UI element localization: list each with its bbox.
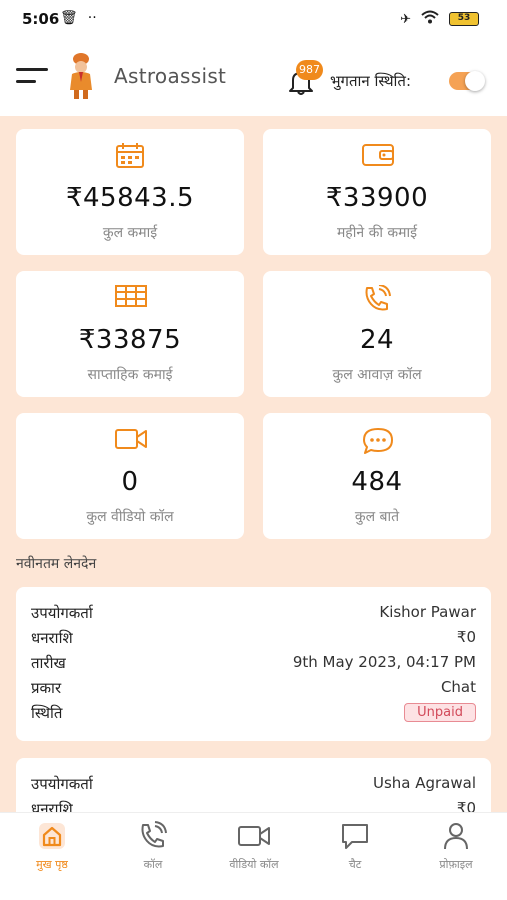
txn-type-value: Chat [440, 678, 476, 696]
nav-label: वीडियो कॉल [229, 858, 279, 871]
txn-date-value: 9th May 2023, 04:17 PM [292, 653, 476, 671]
app-bar: Astroassist 987 भुगतान स्थिति: [0, 38, 507, 116]
transaction-card[interactable]: उपयोगकर्ता Usha Agrawal धनराशि ₹0 [16, 758, 491, 812]
stat-label: कुल बाते [354, 509, 400, 525]
payment-status-label: भुगतान स्थिति: [330, 72, 412, 90]
stat-value: ₹33900 [325, 183, 429, 213]
status-bar: 5:06 🗑 ·· ✈ 53 [0, 0, 507, 38]
transaction-card[interactable]: उपयोगकर्ता Kishor Pawar धनराशि ₹0 तारीख … [16, 587, 491, 741]
txn-user-value: Kishor Pawar [379, 603, 476, 621]
nav-label: प्रोफ़ाइल [439, 858, 473, 871]
battery-icon: 53 [449, 12, 479, 26]
txn-date-row: तारीख 9th May 2023, 04:17 PM [31, 653, 476, 677]
nav-home[interactable]: मुख पृष्ठ [2, 821, 102, 872]
weekly-earnings-card: ₹33875 साप्ताहिक कमाई [16, 271, 244, 397]
menu-button[interactable] [16, 68, 48, 88]
txn-amount-label: धनराशि [31, 629, 73, 647]
stat-value: 24 [359, 325, 395, 355]
txn-type-row: प्रकार Chat [31, 678, 476, 702]
airplane-icon: ✈ [400, 11, 411, 27]
txn-date-label: तारीख [31, 654, 66, 672]
phone-call-icon [365, 285, 391, 311]
txn-user-row: उपयोगकर्ता Usha Agrawal [31, 774, 476, 798]
txn-status-label: स्थिति [31, 704, 63, 722]
txn-amount-row: धनराशि ₹0 [31, 799, 476, 812]
bottom-navigation: मुख पृष्ठ कॉल वीडियो कॉल चैट प्रोफ़ाइल [0, 812, 507, 900]
txn-amount-value: ₹0 [456, 799, 476, 812]
video-icon [115, 429, 147, 449]
total-chats-card: 484 कुल बाते [263, 413, 491, 539]
txn-amount-label: धनराशि [31, 800, 73, 812]
stat-label: महीने की कमाई [336, 225, 418, 241]
nav-video-calls[interactable]: वीडियो कॉल [204, 821, 304, 872]
nav-chat[interactable]: चैट [305, 821, 405, 872]
status-notification-icons: 🗑 ·· [60, 10, 97, 26]
voice-calls-card: 24 कुल आवाज़ कॉल [263, 271, 491, 397]
status-time: 5:06 [22, 10, 60, 28]
stat-value: ₹45843.5 [65, 183, 195, 213]
monthly-earnings-card: ₹33900 महीने की कमाई [263, 129, 491, 255]
profile-icon [444, 823, 468, 850]
txn-user-label: उपयोगकर्ता [31, 775, 93, 793]
txn-type-label: प्रकार [31, 679, 62, 697]
more-dots-icon: ·· [87, 10, 97, 26]
astrologer-logo [66, 52, 96, 100]
txn-amount-row: धनराशि ₹0 [31, 628, 476, 652]
nav-label: कॉल [143, 858, 163, 871]
txn-user-label: उपयोगकर्ता [31, 604, 93, 622]
txn-status-row: स्थिति Unpaid [31, 703, 476, 727]
stat-value: 0 [121, 467, 139, 497]
total-earnings-card: ₹45843.5 कुल कमाई [16, 129, 244, 255]
status-right-icons: ✈ 53 [400, 10, 479, 28]
stat-label: साप्ताहिक कमाई [87, 367, 173, 383]
trash-icon: 🗑 [60, 10, 78, 26]
chat-bubble-icon [342, 824, 368, 849]
stat-value: 484 [351, 467, 403, 497]
payment-status-toggle[interactable] [449, 71, 485, 91]
notification-count-badge: 987 [296, 60, 323, 80]
recent-transactions-title: नवीनतम लेनदेन [16, 556, 97, 572]
wallet-icon [362, 144, 394, 166]
nav-calls[interactable]: कॉल [103, 821, 203, 872]
app-title: Astroassist [114, 64, 227, 88]
toggle-knob [465, 71, 485, 91]
txn-user-row: उपयोगकर्ता Kishor Pawar [31, 603, 476, 627]
stat-label: कुल वीडियो कॉल [86, 509, 174, 525]
nav-label: चैट [348, 858, 362, 871]
stat-label: कुल कमाई [102, 225, 158, 241]
phone-icon [141, 821, 167, 848]
nav-profile[interactable]: प्रोफ़ाइल [406, 821, 506, 872]
table-icon [115, 285, 147, 307]
chat-icon [363, 428, 393, 454]
video-calls-card: 0 कुल वीडियो कॉल [16, 413, 244, 539]
dashboard-content[interactable]: ₹45843.5 कुल कमाई ₹33900 महीने की कमाई ₹… [0, 116, 507, 812]
stat-label: कुल आवाज़ कॉल [332, 367, 422, 383]
home-icon [39, 823, 65, 849]
status-badge: Unpaid [404, 703, 476, 722]
video-camera-icon [238, 826, 270, 846]
nav-label: मुख पृष्ठ [36, 858, 68, 871]
stat-value: ₹33875 [78, 325, 182, 355]
txn-user-value: Usha Agrawal [372, 774, 476, 792]
calendar-icon [116, 143, 144, 168]
txn-amount-value: ₹0 [456, 628, 476, 646]
wifi-icon [421, 10, 439, 28]
